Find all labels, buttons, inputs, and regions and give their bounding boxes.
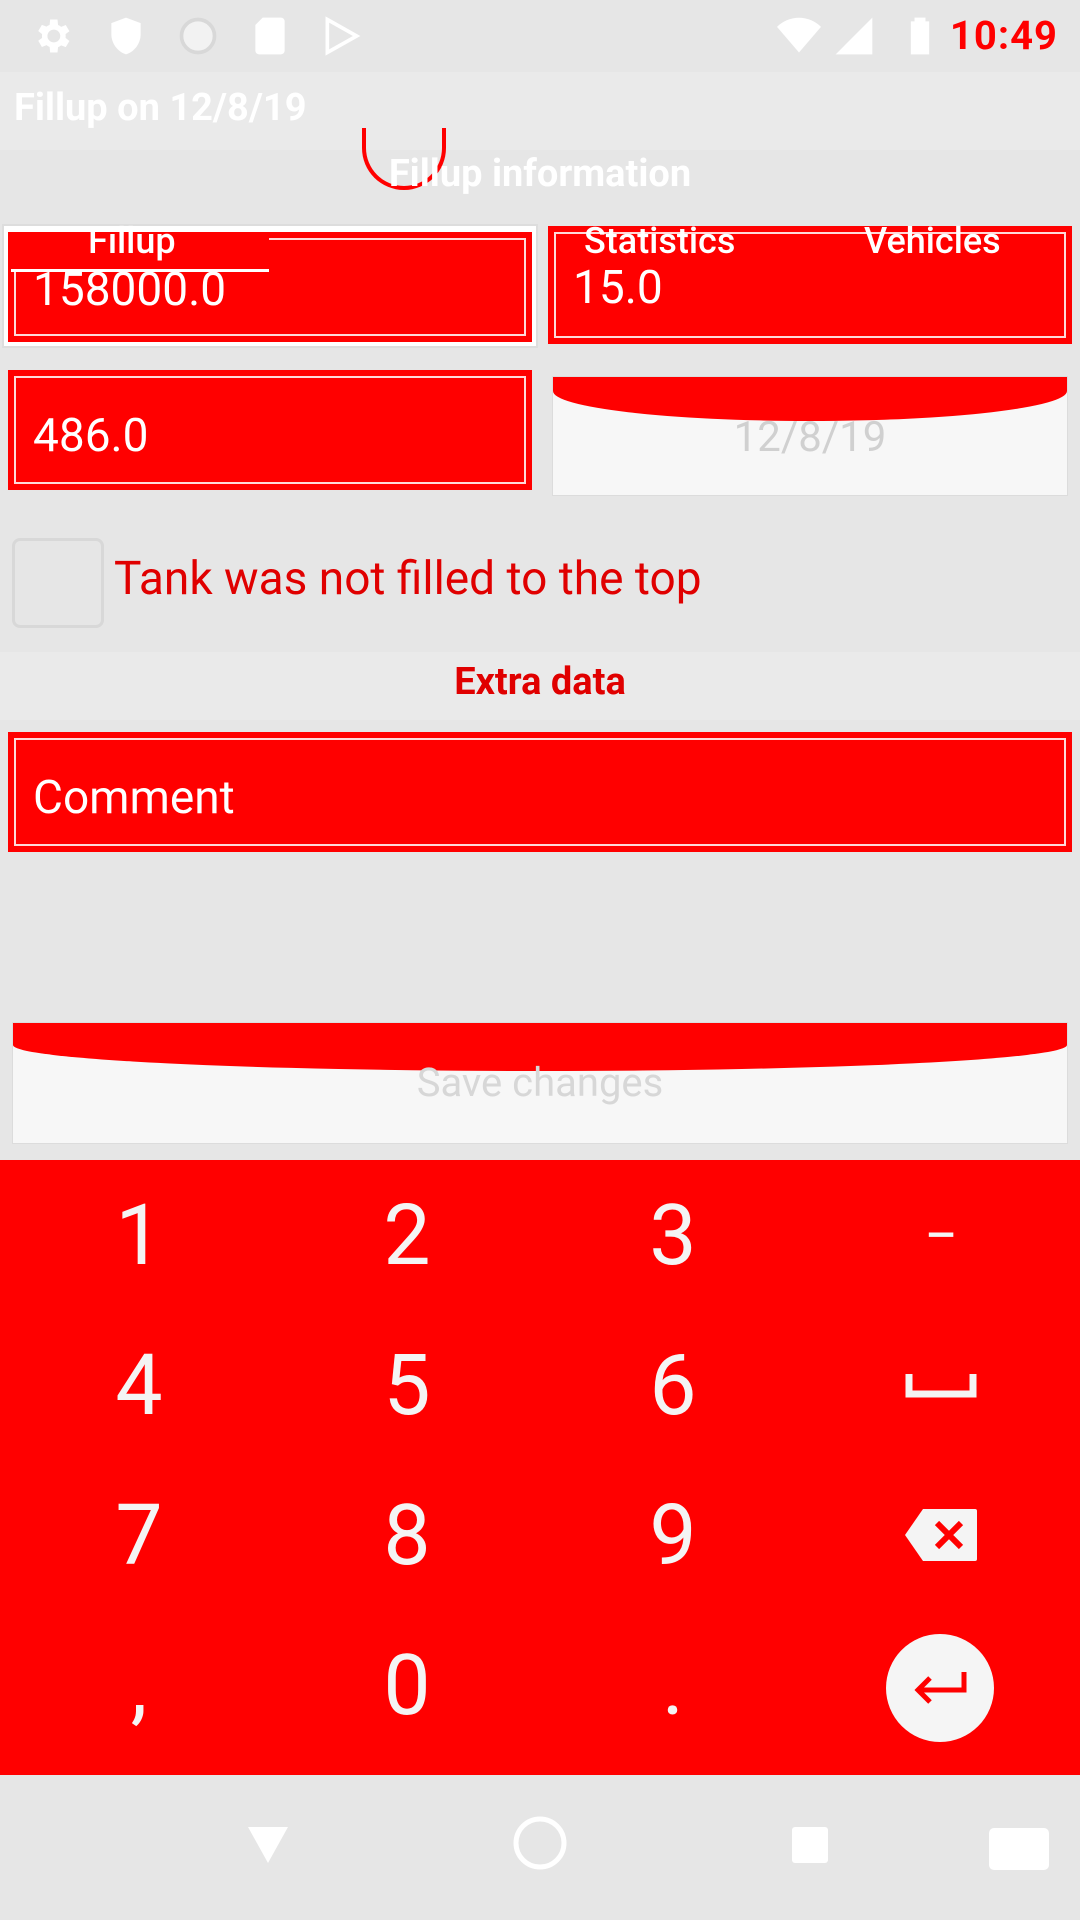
key-4[interactable]: 4	[4, 1310, 274, 1460]
key-2[interactable]: 2	[272, 1160, 542, 1310]
gear-icon	[38, 19, 70, 53]
battery-icon	[910, 17, 930, 55]
key-comma[interactable]: ,	[4, 1610, 274, 1760]
numeric-keypad: 1 2 3 − 4 5 6 7 8 9 , 0 .	[0, 1160, 1080, 1775]
price-value: 486.0	[33, 409, 149, 463]
key-9[interactable]: 9	[538, 1460, 808, 1610]
keyboard-icon[interactable]	[988, 1827, 1050, 1871]
clock: 10:49	[949, 12, 1058, 59]
tab-fillup[interactable]: Fillup	[88, 220, 176, 262]
date-value: 12/8/19	[733, 413, 887, 462]
section-title-extra-data: Extra data	[454, 660, 626, 704]
tab-vehicles[interactable]: Vehicles	[864, 220, 1001, 262]
comment-placeholder: Comment	[33, 771, 235, 825]
home-icon[interactable]	[512, 1815, 568, 1871]
sd-card-icon	[255, 17, 285, 55]
tab-bar: Fillup Statistics Vehicles	[0, 220, 1080, 272]
save-changes-button[interactable]: Save changes	[12, 1022, 1068, 1144]
page-title: Fillup on 12/8/19	[14, 86, 307, 130]
key-space[interactable]	[806, 1310, 1076, 1460]
key-backspace[interactable]	[806, 1460, 1076, 1610]
key-minus[interactable]: −	[806, 1160, 1076, 1310]
enter-icon	[914, 1672, 967, 1704]
comment-field[interactable]: Comment	[8, 732, 1072, 852]
recents-icon[interactable]	[790, 1825, 830, 1865]
price-field[interactable]: 486.0	[8, 370, 532, 490]
key-period[interactable]: .	[538, 1610, 808, 1760]
key-enter[interactable]	[886, 1634, 994, 1742]
key-0[interactable]: 0	[272, 1610, 542, 1760]
signal-icon	[835, 17, 873, 55]
tab-statistics[interactable]: Statistics	[584, 220, 735, 262]
play-store-icon	[325, 16, 361, 56]
key-5[interactable]: 5	[272, 1310, 542, 1460]
backspace-icon	[905, 1509, 977, 1561]
section-title-fillup-info: Fillup information	[388, 152, 692, 196]
save-changes-label: Save changes	[416, 1059, 664, 1106]
navigation-bar	[0, 1775, 1080, 1920]
key-3[interactable]: 3	[538, 1160, 808, 1310]
shield-icon	[111, 17, 141, 55]
wifi-icon	[777, 17, 821, 53]
back-icon[interactable]	[246, 1825, 290, 1865]
key-8[interactable]: 8	[272, 1460, 542, 1610]
key-6[interactable]: 6	[538, 1310, 808, 1460]
circle-icon	[179, 17, 217, 55]
not-full-checkbox[interactable]	[12, 538, 104, 628]
checkbox-label: Tank was not filled to the top	[114, 552, 702, 606]
space-icon	[905, 1374, 977, 1398]
key-1[interactable]: 1	[4, 1160, 274, 1310]
app-bar: Fillup on 12/8/19	[0, 72, 1080, 150]
key-7[interactable]: 7	[4, 1460, 274, 1610]
date-button[interactable]: 12/8/19	[552, 376, 1068, 496]
status-bar: 10:49	[0, 0, 1080, 72]
